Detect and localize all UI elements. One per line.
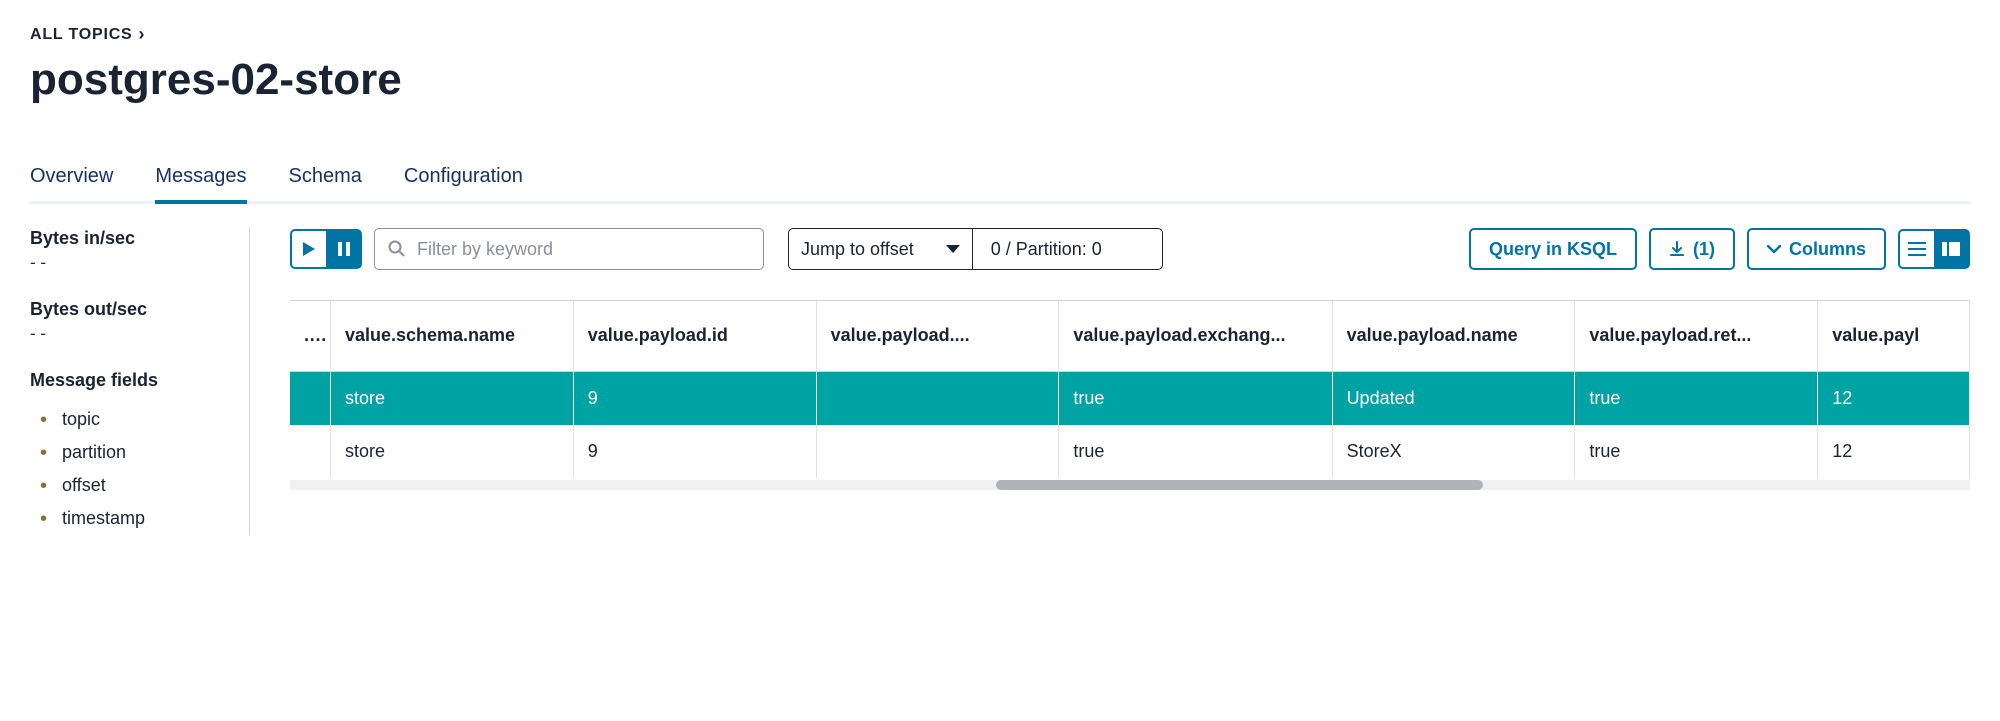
col-payload-name[interactable]: value.payload.name	[1332, 301, 1575, 371]
stat-value: - -	[30, 253, 219, 273]
field-item-topic[interactable]: topic	[40, 403, 219, 436]
cell: 12	[1818, 371, 1970, 425]
table-header-row: ... value.schema.name value.payload.id v…	[290, 301, 1970, 371]
cell: true	[1575, 425, 1818, 478]
field-item-partition[interactable]: partition	[40, 436, 219, 469]
field-item-timestamp[interactable]: timestamp	[40, 502, 219, 535]
download-button[interactable]: (1)	[1649, 228, 1735, 270]
play-icon	[303, 242, 315, 256]
tabs: Overview Messages Schema Configuration	[30, 165, 1970, 204]
chevron-right-icon: ›	[139, 24, 146, 45]
button-label: Query in KSQL	[1489, 239, 1617, 260]
message-fields-title: Message fields	[30, 370, 219, 391]
cell: StoreX	[1332, 425, 1575, 478]
columns-button[interactable]: Columns	[1747, 228, 1886, 270]
message-fields-list: topic partition offset timestamp	[30, 403, 219, 535]
list-view-button[interactable]	[1898, 229, 1934, 269]
view-toggle-group	[1898, 229, 1970, 269]
stat-label: Bytes in/sec	[30, 228, 219, 249]
pause-button[interactable]	[326, 229, 362, 269]
tab-schema[interactable]: Schema	[289, 165, 362, 204]
tab-messages[interactable]: Messages	[155, 165, 246, 204]
field-item-offset[interactable]: offset	[40, 469, 219, 502]
breadcrumb-label: ALL TOPICS	[30, 26, 133, 44]
stat-label: Bytes out/sec	[30, 299, 219, 320]
messages-table: ... value.schema.name value.payload.id v…	[290, 301, 1970, 478]
cell: store	[330, 371, 573, 425]
scrollbar-thumb[interactable]	[996, 480, 1483, 490]
table-row[interactable]: store 9 true Updated true 12	[290, 371, 1970, 425]
cell	[290, 371, 330, 425]
col-payload-more[interactable]: value.payl	[1818, 301, 1970, 371]
list-icon	[1908, 242, 1926, 256]
cell: 9	[573, 371, 816, 425]
play-pause-group	[290, 229, 362, 269]
offset-partition-display[interactable]: 0 / Partition: 0	[973, 228, 1163, 270]
cell	[290, 425, 330, 478]
col-payload-exchange[interactable]: value.payload.exchang...	[1059, 301, 1332, 371]
main-content: Jump to offset 0 / Partition: 0 Query in…	[290, 228, 1970, 535]
col-payload-ret[interactable]: value.payload.ret...	[1575, 301, 1818, 371]
stat-bytes-in: Bytes in/sec - -	[30, 228, 219, 273]
horizontal-scrollbar[interactable]	[290, 480, 1970, 490]
jump-to-offset-dropdown[interactable]: Jump to offset	[788, 228, 973, 270]
download-icon	[1669, 241, 1685, 257]
chevron-down-icon	[1767, 245, 1781, 254]
messages-table-wrap: ... value.schema.name value.payload.id v…	[290, 300, 1970, 490]
caret-down-icon	[946, 245, 960, 253]
cell	[816, 371, 1059, 425]
search-icon	[388, 240, 406, 258]
column-view-button[interactable]	[1934, 229, 1970, 269]
tab-overview[interactable]: Overview	[30, 165, 113, 204]
stat-value: - -	[30, 324, 219, 344]
columns-label: Columns	[1789, 239, 1866, 260]
col-schema-name[interactable]: value.schema.name	[330, 301, 573, 371]
columns-icon	[1942, 242, 1960, 256]
filter-input[interactable]	[374, 228, 764, 270]
toolbar: Jump to offset 0 / Partition: 0 Query in…	[290, 228, 1970, 270]
cell: true	[1059, 425, 1332, 478]
play-button[interactable]	[290, 229, 326, 269]
filter-search	[374, 228, 764, 270]
cell: true	[1575, 371, 1818, 425]
pause-icon	[338, 242, 350, 256]
jump-offset-group: Jump to offset 0 / Partition: 0	[788, 228, 1163, 270]
page-title: postgres-02-store	[30, 55, 1970, 105]
breadcrumb[interactable]: ALL TOPICS ›	[30, 24, 1970, 45]
dropdown-label: Jump to offset	[801, 239, 914, 260]
stat-bytes-out: Bytes out/sec - -	[30, 299, 219, 344]
query-ksql-button[interactable]: Query in KSQL	[1469, 228, 1637, 270]
cell: 12	[1818, 425, 1970, 478]
cell: store	[330, 425, 573, 478]
cell	[816, 425, 1059, 478]
table-row[interactable]: store 9 true StoreX true 12	[290, 425, 1970, 478]
col-expand[interactable]: ...	[290, 301, 330, 371]
col-payload-trunc[interactable]: value.payload....	[816, 301, 1059, 371]
col-payload-id[interactable]: value.payload.id	[573, 301, 816, 371]
sidebar: Bytes in/sec - - Bytes out/sec - - Messa…	[30, 228, 250, 535]
cell: 9	[573, 425, 816, 478]
cell: true	[1059, 371, 1332, 425]
cell: Updated	[1332, 371, 1575, 425]
download-count: (1)	[1693, 239, 1715, 260]
tab-configuration[interactable]: Configuration	[404, 165, 523, 204]
